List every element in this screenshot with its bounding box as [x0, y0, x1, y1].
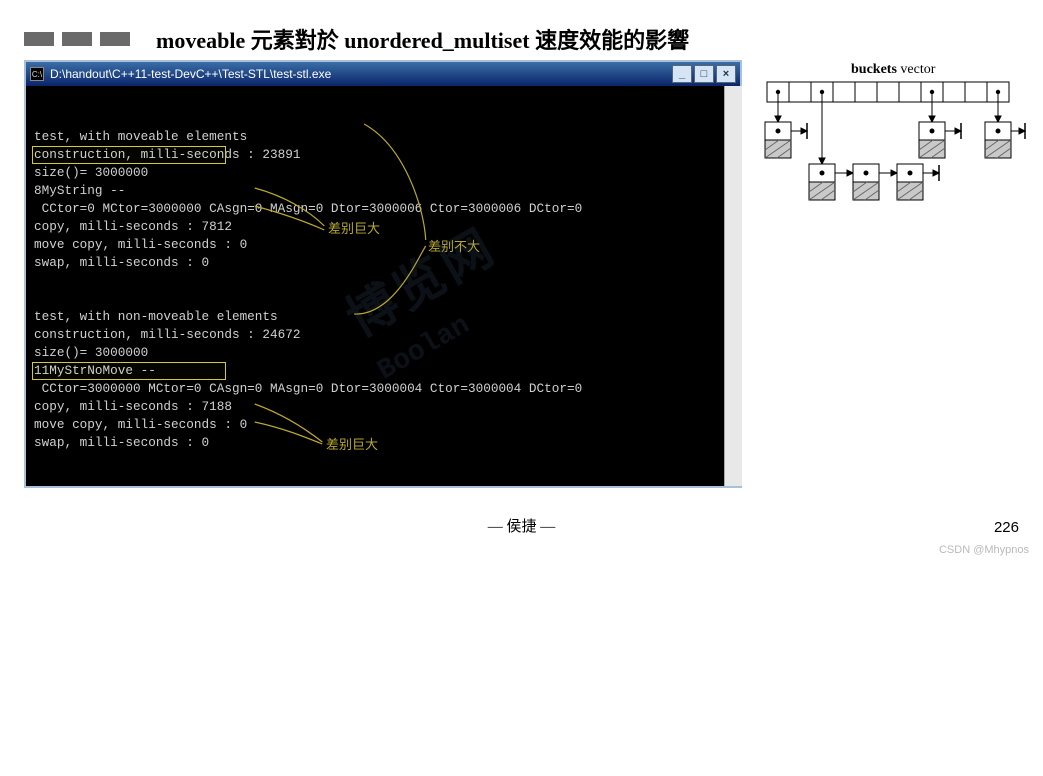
close-button[interactable]: ×: [716, 65, 736, 83]
window-title: D:\handout\C++11-test-DevC++\Test-STL\te…: [50, 67, 331, 81]
maximize-button[interactable]: □: [694, 65, 714, 83]
diagram-label-bold: buckets: [851, 62, 897, 77]
annotation-label: 差别巨大: [328, 220, 380, 238]
diagram-label: buckets vector: [851, 62, 935, 78]
term-line: construction, milli-seconds : 24672: [34, 327, 300, 342]
term-line: size()= 3000000: [34, 165, 148, 180]
term-line: swap, milli-seconds : 0: [34, 255, 209, 270]
term-line: CCtor=0 MCtor=3000000 CAsgn=0 MAsgn=0 Dt…: [34, 201, 582, 216]
annotation-label: 差别巨大: [326, 436, 378, 454]
diagram-label-rest: vector: [897, 62, 935, 77]
watermark-boolan: 博览网 Boolan: [331, 138, 721, 513]
term-line: swap, milli-seconds : 0: [34, 435, 209, 450]
footer-author: — 侯捷 —: [488, 515, 556, 536]
vertical-scrollbar[interactable]: [724, 86, 742, 486]
watermark-text: Boolan: [376, 216, 645, 382]
watermark-text: 博览网: [349, 170, 618, 336]
term-line: 11MyStrNoMove --: [34, 363, 156, 378]
cmd-icon: C:\: [30, 67, 44, 81]
annotation-label: 差别不大: [428, 238, 480, 256]
buckets-diagram: buckets vector: [757, 60, 1027, 260]
terminal-output: test, with moveable elements constructio…: [26, 86, 740, 486]
slide-title: moveable 元素對於 unordered_multiset 速度效能的影響: [156, 23, 689, 55]
slide-header: moveable 元素對於 unordered_multiset 速度效能的影響: [24, 23, 689, 55]
term-line: copy, milli-seconds : 7188: [34, 399, 232, 414]
minimize-button[interactable]: _: [672, 65, 692, 83]
term-line: 8MyString --: [34, 183, 125, 198]
console-window: C:\ D:\handout\C++11-test-DevC++\Test-ST…: [24, 60, 742, 488]
term-line: size()= 3000000: [34, 345, 148, 360]
csdn-watermark: CSDN @Mhypnos: [939, 544, 1029, 556]
page-number: 226: [994, 519, 1019, 536]
term-line: construction, milli-seconds : 23891: [34, 147, 300, 162]
term-line: test, with non-moveable elements: [34, 309, 278, 324]
header-bar: [62, 32, 92, 46]
window-titlebar[interactable]: C:\ D:\handout\C++11-test-DevC++\Test-ST…: [26, 62, 740, 86]
term-line: move copy, milli-seconds : 0: [34, 417, 247, 432]
term-line: CCtor=3000000 MCtor=0 CAsgn=0 MAsgn=0 Dt…: [34, 381, 582, 396]
header-bar: [100, 32, 130, 46]
term-line: move copy, milli-seconds : 0: [34, 237, 247, 252]
term-line: copy, milli-seconds : 7812: [34, 219, 232, 234]
header-bar: [24, 32, 54, 46]
term-line: test, with moveable elements: [34, 129, 247, 144]
buckets-svg: [757, 60, 1027, 260]
